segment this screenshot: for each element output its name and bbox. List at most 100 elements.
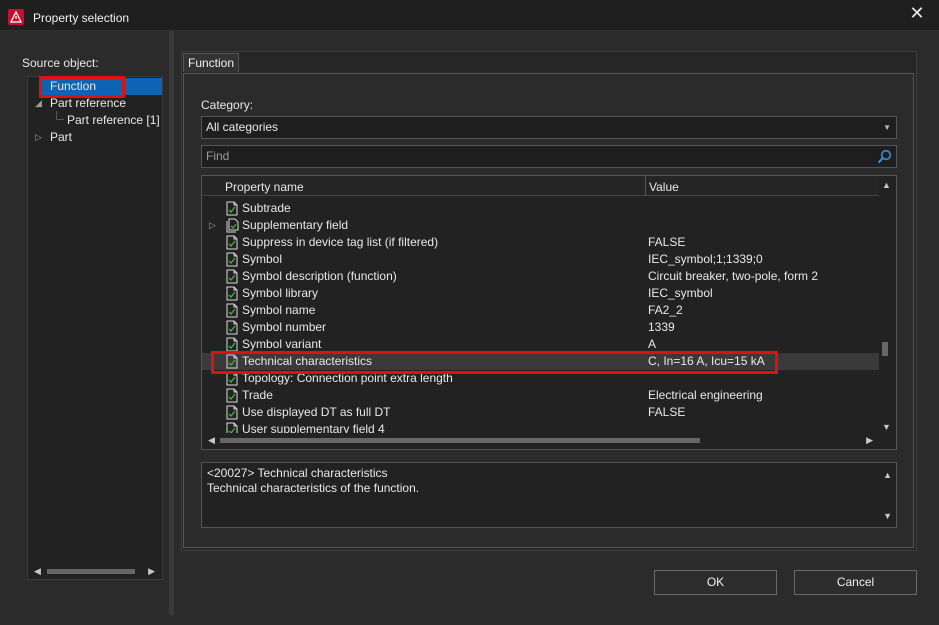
scrollbar-thumb[interactable]: [220, 438, 700, 443]
property-document-icon: [226, 303, 238, 318]
property-value-cell: A: [648, 337, 657, 351]
property-name-cell: Subtrade: [242, 201, 291, 215]
category-label: Category:: [201, 98, 254, 112]
expand-arrow-icon[interactable]: ▷: [35, 129, 42, 146]
scrollbar-thumb[interactable]: [47, 569, 135, 574]
grid-vertical-scrollbar[interactable]: ▲ ▼: [879, 176, 896, 434]
scroll-down-icon[interactable]: ▼: [882, 422, 891, 432]
table-row[interactable]: Symbol name FA2_2: [202, 302, 879, 319]
property-value-cell: IEC_symbol: [648, 286, 713, 300]
property-name-cell: Supplementary field: [242, 218, 349, 232]
property-selection-dialog: Source object: Function ◢ Part reference…: [0, 31, 939, 625]
collapse-arrow-icon[interactable]: ◢: [35, 95, 42, 112]
scroll-right-icon[interactable]: ▶: [148, 566, 155, 577]
scroll-left-icon[interactable]: ◀: [208, 435, 215, 446]
property-document-icon: [226, 269, 238, 284]
property-value-cell: IEC_symbol;1;1339;0: [648, 252, 763, 266]
property-value-cell: Circuit breaker, two-pole, form 2: [648, 269, 819, 283]
tree-item-part[interactable]: ▷ Part: [28, 129, 162, 146]
tree-horizontal-scrollbar[interactable]: ◀ ▶: [29, 564, 161, 578]
close-button[interactable]: ✕: [909, 4, 925, 24]
property-value-cell: FA2_2: [648, 303, 683, 317]
window-title: Property selection: [33, 11, 130, 25]
property-value-cell: FALSE: [648, 235, 686, 249]
tree-item-label: Function: [50, 79, 97, 93]
property-name-cell: Symbol: [242, 252, 283, 266]
tree-item-label: Part: [50, 130, 73, 144]
table-row[interactable]: Symbol IEC_symbol;1;1339;0: [202, 251, 879, 268]
property-group-icon: [226, 218, 239, 233]
property-value-cell: Electrical engineering: [648, 388, 763, 402]
scroll-right-icon[interactable]: ▶: [866, 435, 873, 446]
cancel-button[interactable]: Cancel: [794, 570, 917, 595]
find-input[interactable]: Find: [201, 145, 897, 168]
property-document-icon: [226, 286, 238, 301]
property-document-icon: [226, 201, 238, 216]
property-document-icon: [226, 405, 238, 420]
source-object-label: Source object:: [22, 56, 99, 70]
column-separator[interactable]: [645, 176, 646, 196]
tree-item-part-reference[interactable]: ◢ Part reference: [28, 95, 162, 112]
table-row[interactable]: Topology: Connection point extra length: [202, 370, 879, 387]
tree-item-label: Part reference: [50, 96, 127, 110]
app-logo-icon: [8, 9, 24, 25]
description-title: <20027> Technical characteristics: [207, 466, 388, 480]
property-document-icon: [226, 337, 238, 352]
property-name-cell: Symbol number: [242, 320, 327, 334]
tree-item-part-reference-1[interactable]: Part reference [1]: [28, 112, 162, 129]
scroll-left-icon[interactable]: ◀: [34, 566, 41, 577]
table-row[interactable]: Trade Electrical engineering: [202, 387, 879, 404]
property-name-cell: Symbol description (function): [242, 269, 397, 283]
table-row[interactable]: ▷ Supplementary field: [202, 217, 879, 234]
dropdown-arrow-icon[interactable]: ▼: [883, 117, 891, 138]
tree-item-function[interactable]: Function: [42, 78, 162, 95]
description-box: <20027> Technical characteristics Techni…: [201, 462, 897, 528]
grid-horizontal-scrollbar[interactable]: ◀ ▶: [202, 433, 879, 449]
property-document-icon: [226, 354, 238, 369]
column-header-property-name[interactable]: Property name: [225, 180, 304, 194]
scroll-up-icon[interactable]: ▲: [883, 468, 892, 483]
source-object-tree[interactable]: Function ◢ Part reference Part reference…: [27, 76, 163, 580]
scroll-up-icon[interactable]: ▲: [882, 180, 891, 190]
table-row[interactable]: Subtrade: [202, 200, 879, 217]
grid-header: Property name Value: [202, 176, 879, 196]
description-text: Technical characteristics of the functio…: [207, 481, 420, 495]
scroll-down-icon[interactable]: ▼: [883, 509, 892, 524]
property-value-cell: C, In=16 A, Icu=15 kA: [648, 354, 765, 368]
property-document-icon: [226, 252, 238, 267]
property-grid[interactable]: Property name Value Subtrade ▷ Supplementa…: [201, 175, 897, 450]
property-name-cell: Symbol variant: [242, 337, 322, 351]
property-document-icon: [226, 371, 238, 386]
table-row[interactable]: Symbol variant A: [202, 336, 879, 353]
table-row[interactable]: Symbol library IEC_symbol: [202, 285, 879, 302]
property-document-icon: [226, 388, 238, 403]
search-icon[interactable]: [877, 149, 892, 171]
ok-button[interactable]: OK: [654, 570, 777, 595]
property-name-cell: Suppress in device tag list (if filtered…: [242, 235, 439, 249]
property-document-icon: [226, 235, 238, 250]
category-value: All categories: [206, 120, 279, 134]
expand-arrow-icon[interactable]: ▷: [209, 217, 216, 234]
property-value-cell: FALSE: [648, 405, 686, 419]
table-row[interactable]: Technical characteristics C, In=16 A, Icu…: [202, 353, 879, 370]
property-name-cell: Trade: [242, 388, 273, 402]
category-select[interactable]: All categories ▼: [201, 116, 897, 139]
column-header-value[interactable]: Value: [649, 180, 679, 194]
table-row[interactable]: Use displayed DT as full DT FALSE: [202, 404, 879, 421]
tab-function[interactable]: Function: [183, 53, 240, 72]
property-name-cell: Symbol library: [242, 286, 319, 300]
property-name-cell: Symbol name: [242, 303, 316, 317]
splitter[interactable]: [169, 31, 174, 615]
table-row[interactable]: Symbol number 1339: [202, 319, 879, 336]
property-name-cell: Topology: Connection point extra length: [242, 371, 453, 385]
property-name-cell: Technical characteristics: [242, 354, 373, 368]
property-document-icon: [226, 320, 238, 335]
property-value-cell: 1339: [648, 320, 675, 334]
tree-item-label: Part reference [1]: [67, 113, 160, 127]
scrollbar-thumb[interactable]: [882, 342, 888, 356]
table-row[interactable]: Suppress in device tag list (if filtered…: [202, 234, 879, 251]
table-row[interactable]: Symbol description (function) Circuit bre…: [202, 268, 879, 285]
find-placeholder: Find: [206, 149, 230, 163]
property-name-cell: Use displayed DT as full DT: [242, 405, 391, 419]
title-bar: Property selection ✕: [0, 0, 939, 31]
